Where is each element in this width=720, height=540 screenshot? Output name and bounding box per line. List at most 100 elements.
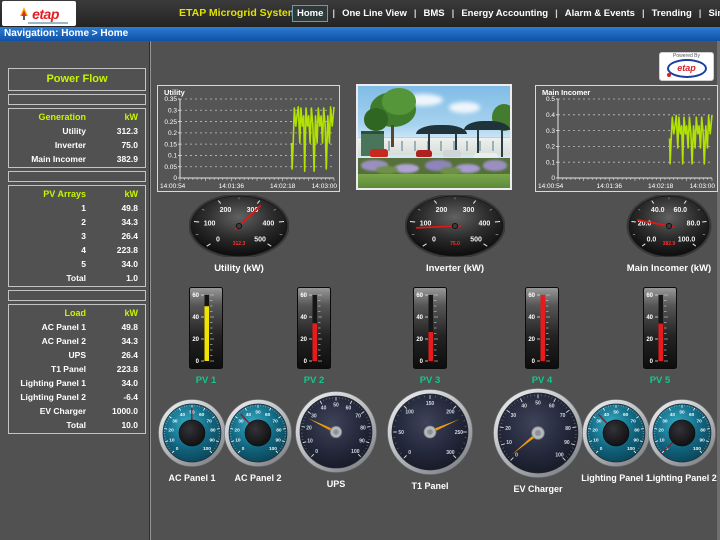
svg-text:50: 50 — [333, 402, 339, 408]
etap-brand-text: etap — [677, 64, 696, 73]
menu-item-home[interactable]: Home — [292, 5, 328, 22]
row-value: 312.3 — [86, 124, 138, 138]
svg-text:50: 50 — [613, 410, 619, 416]
pv1-bar: 0204060 — [189, 287, 223, 369]
svg-text:40: 40 — [300, 315, 307, 321]
row-value: kW — [86, 187, 138, 201]
svg-text:100: 100 — [693, 446, 701, 452]
row-label: AC Panel 2 — [16, 334, 86, 348]
menu-item-one-line-view[interactable]: One Line View — [339, 5, 410, 22]
menu-item-bms[interactable]: BMS — [421, 5, 448, 22]
gauge-label: Utility (kW) — [189, 263, 289, 274]
row-label: 2 — [16, 215, 86, 229]
table-row: Total10.0 — [9, 418, 145, 432]
lp2-dial: 0102030405060708090100 — [648, 399, 716, 467]
svg-text:20: 20 — [646, 337, 653, 343]
svg-text:200: 200 — [220, 207, 232, 214]
svg-text:80: 80 — [276, 427, 282, 433]
row-label: AC Panel 1 — [16, 320, 86, 334]
svg-text:14:02:18: 14:02:18 — [648, 183, 674, 190]
svg-text:14:03:00: 14:03:00 — [690, 183, 716, 190]
svg-text:0.2: 0.2 — [168, 130, 177, 137]
table-row: Lighting Panel 2-6.4 — [9, 390, 145, 404]
svg-text:382.9: 382.9 — [663, 241, 676, 247]
gauge-label: PV 1 — [176, 375, 236, 386]
svg-text:0.3: 0.3 — [168, 107, 177, 114]
pv3-bar-gauge: 0204060PV 3 — [400, 287, 460, 386]
svg-text:0.0: 0.0 — [647, 237, 657, 244]
svg-text:40: 40 — [246, 412, 252, 418]
svg-text:10: 10 — [506, 440, 512, 446]
breadcrumb: Navigation: Home > Home — [4, 28, 128, 39]
menu-item-energy-accounting[interactable]: Energy Accounting — [458, 5, 551, 22]
svg-text:60: 60 — [549, 404, 555, 410]
utility-plot: Utility00.050.10.150.20.250.30.3514:00:5… — [158, 86, 339, 191]
svg-text:30: 30 — [172, 418, 178, 424]
table-row: 4223.8 — [9, 243, 145, 257]
svg-text:40: 40 — [180, 412, 186, 418]
svg-text:60: 60 — [528, 293, 535, 299]
pv5-bar: 0204060 — [643, 287, 677, 369]
pv2-bar-gauge: 0204060PV 2 — [284, 287, 344, 386]
table-section-pv-arrays: PV ArrayskW149.8234.3326.44223.8534.0Tot… — [8, 185, 146, 287]
gauge-label: PV 4 — [512, 375, 572, 386]
ev-station-photo — [356, 84, 512, 190]
pv2-bar: 0204060 — [297, 287, 331, 369]
svg-text:312.3: 312.3 — [233, 241, 246, 247]
row-value: 75.0 — [86, 138, 138, 152]
gauge-label: UPS — [291, 479, 381, 489]
panel-title: Power Flow — [9, 70, 145, 89]
svg-text:14:02:18: 14:02:18 — [270, 183, 296, 190]
svg-text:60: 60 — [646, 293, 653, 299]
table-row: AC Panel 149.8 — [9, 320, 145, 334]
svg-text:40: 40 — [646, 315, 653, 321]
row-value: kW — [86, 306, 138, 320]
svg-text:10: 10 — [169, 437, 175, 443]
panel-title-box: Power Flow — [8, 68, 146, 91]
lighting-panel-2-gauge: 0102030405060708090100Lighting Panel 2 — [637, 399, 720, 483]
menu-item-alarm-events[interactable]: Alarm & Events — [562, 5, 638, 22]
table-row: T1 Panel223.8 — [9, 362, 145, 376]
svg-text:300: 300 — [463, 207, 475, 214]
svg-text:30: 30 — [596, 418, 602, 424]
menu-item-simulation[interactable]: Simulation — [705, 5, 720, 22]
menu-separator: | — [451, 8, 456, 19]
flowers — [394, 164, 418, 173]
t1-dial: 050100150200250300 — [387, 389, 473, 475]
row-label: Main Incomer — [16, 152, 86, 166]
svg-text:60: 60 — [623, 412, 629, 418]
menu-item-trending[interactable]: Trending — [649, 5, 695, 22]
svg-text:10: 10 — [235, 437, 241, 443]
menu-separator: | — [698, 8, 703, 19]
main-incomer-gauge: 0.020.040.060.080.0100.0382.9Main Income… — [619, 195, 719, 274]
svg-text:90: 90 — [275, 437, 281, 443]
etap-logo-text: etap — [32, 6, 59, 22]
red-car — [416, 150, 433, 157]
svg-text:60.0: 60.0 — [673, 207, 687, 214]
svg-text:400: 400 — [479, 221, 491, 228]
main_incomer-dial: 0.020.040.060.080.0100.0382.9 — [619, 195, 719, 257]
row-value: 34.3 — [86, 334, 138, 348]
svg-text:40: 40 — [321, 405, 327, 411]
cloud — [449, 102, 479, 112]
row-label: PV Arrays — [16, 187, 86, 201]
row-label: Utility — [16, 124, 86, 138]
row-label: Generation — [16, 110, 86, 124]
svg-text:100: 100 — [351, 449, 360, 455]
table-row: AC Panel 234.3 — [9, 334, 145, 348]
svg-text:100: 100 — [269, 446, 277, 452]
row-value: 223.8 — [86, 362, 138, 376]
svg-text:0.05: 0.05 — [164, 164, 177, 171]
powered-by-etap-logo: Powered By etap — [659, 52, 714, 81]
utility-trend-chart: Utility00.050.10.150.20.250.30.3514:00:5… — [157, 85, 340, 192]
row-label: Inverter — [16, 138, 86, 152]
svg-text:200: 200 — [446, 409, 455, 415]
section-header-row: PV ArrayskW — [9, 187, 145, 201]
solar-canopy — [416, 125, 468, 134]
svg-text:50: 50 — [535, 400, 541, 406]
svg-text:60: 60 — [689, 412, 695, 418]
svg-text:20: 20 — [234, 427, 240, 433]
power-flow-panel: Power Flow Generation kW Utility312.3Inver… — [8, 68, 146, 437]
svg-text:90: 90 — [359, 438, 365, 444]
row-value: 1000.0 — [86, 404, 138, 418]
